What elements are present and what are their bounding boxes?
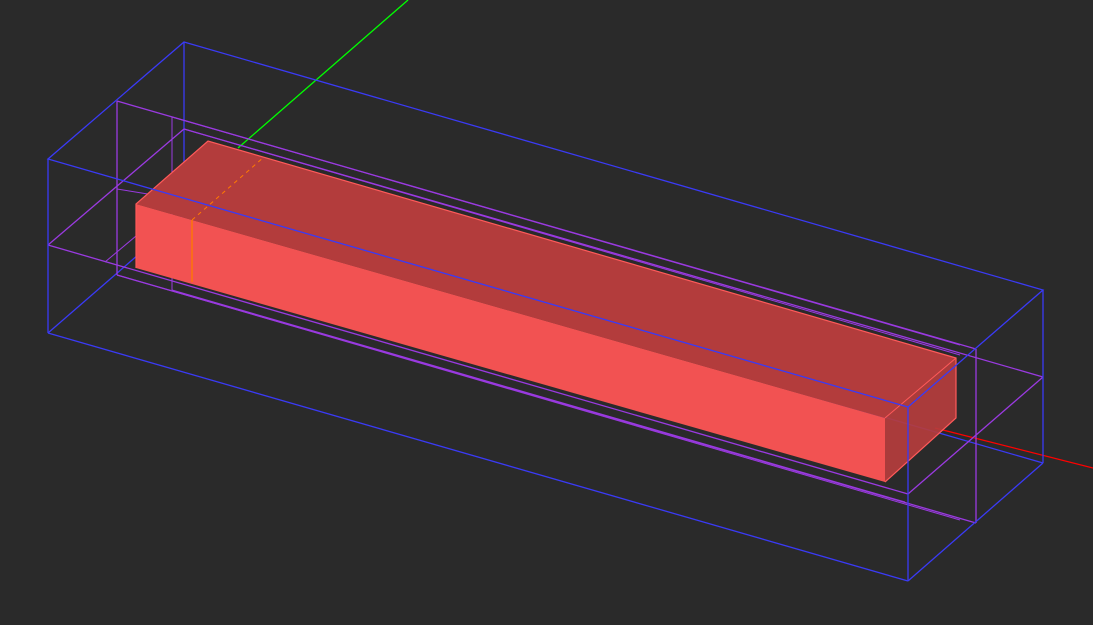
solid-box[interactable]: [135, 140, 957, 483]
edge: [104, 235, 137, 263]
scene[interactable]: [0, 0, 1093, 625]
x-axis-line: [934, 427, 1093, 469]
3d-viewport[interactable]: [0, 0, 1093, 625]
y-axis-line: [237, 0, 409, 149]
